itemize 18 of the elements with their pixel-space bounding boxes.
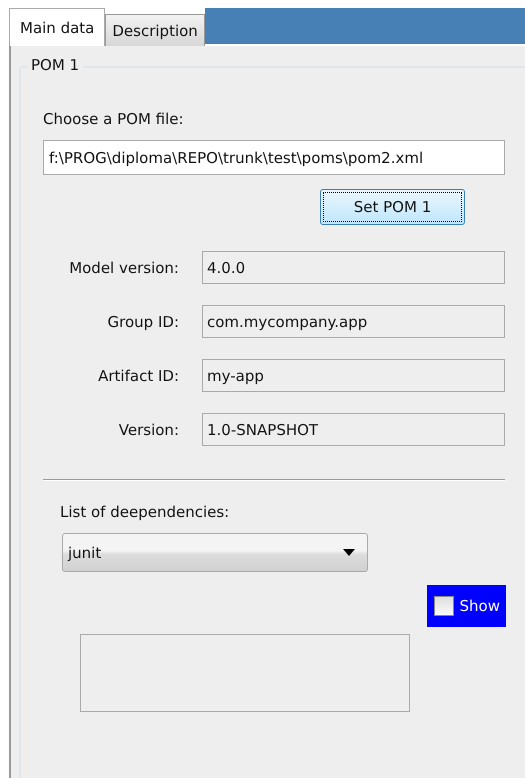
field-label: Choose a POM file:	[43, 110, 185, 128]
field-label: List of deependencies:	[60, 503, 230, 521]
tab[interactable]: Description	[105, 14, 205, 46]
caret-icon	[343, 549, 355, 556]
text-field[interactable]: 1.0-SNAPSHOT	[202, 413, 505, 446]
show-checkbox[interactable]: Show	[426, 585, 506, 627]
text-field[interactable]: my-app	[202, 359, 505, 392]
field-label: Group ID:	[106, 312, 179, 330]
text-field[interactable]: com.mycompany.app	[202, 305, 505, 338]
set-pom-button[interactable]: Set POM 1	[320, 189, 465, 225]
field-label: Artifact ID:	[97, 366, 179, 384]
tab[interactable]: Main data	[9, 8, 106, 46]
checkbox[interactable]	[434, 596, 454, 616]
text-field[interactable]: 4.0.0	[202, 251, 505, 284]
field-label: Version:	[118, 420, 179, 438]
dependency-dropdown[interactable]: junit	[62, 533, 368, 572]
file-path-field[interactable]: f:\PROG\diploma\REPO\trunk\test\poms\pom2.xml	[43, 140, 505, 175]
field-label: Model version:	[68, 258, 179, 276]
